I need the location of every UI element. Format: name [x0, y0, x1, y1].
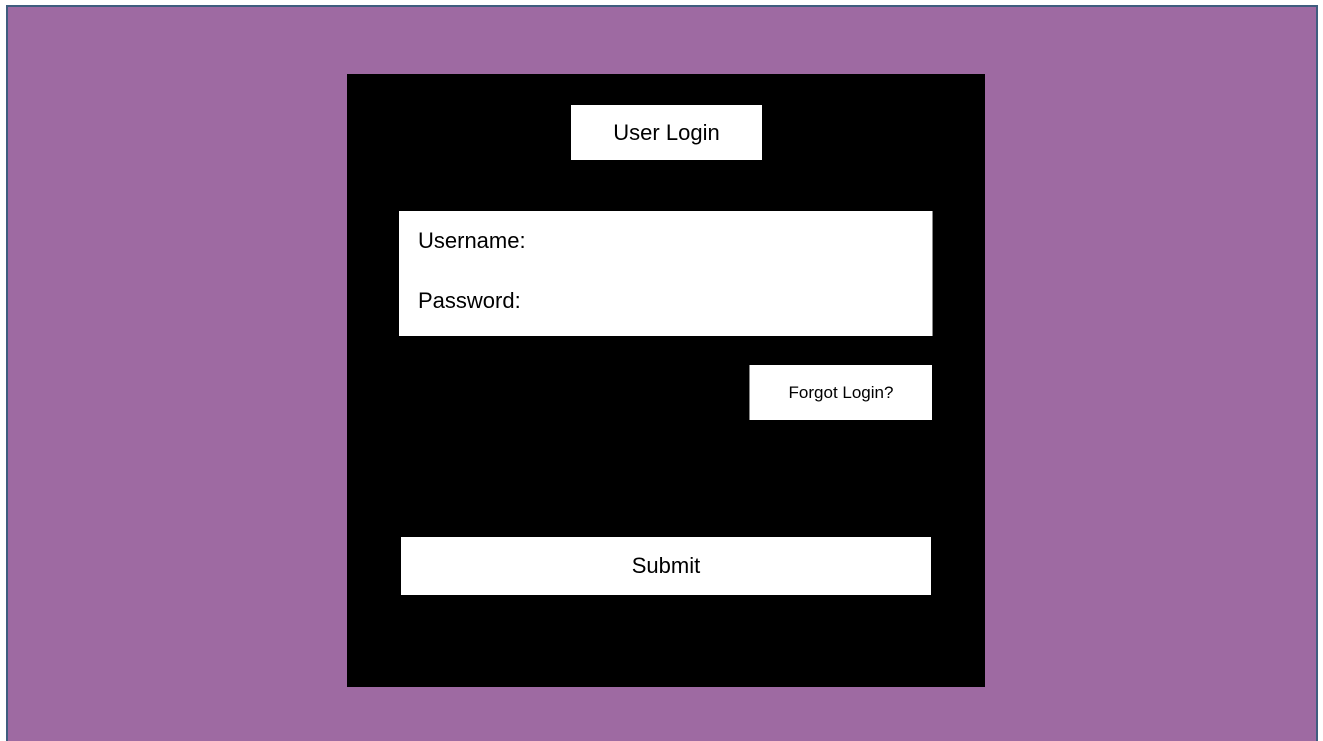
- submit-button[interactable]: Submit: [401, 537, 931, 595]
- username-label: Username:: [418, 228, 526, 253]
- credentials-form: Username: Password:: [399, 211, 933, 336]
- login-panel: User Login Username: Password: Forgot Lo…: [347, 74, 985, 687]
- password-label: Password:: [418, 288, 521, 313]
- username-input[interactable]: [531, 225, 918, 257]
- username-row: Username:: [418, 224, 918, 258]
- password-input[interactable]: [526, 285, 918, 317]
- login-title: User Login: [571, 105, 762, 160]
- password-row: Password:: [418, 284, 918, 318]
- forgot-login-button[interactable]: Forgot Login?: [749, 365, 932, 420]
- page-background: User Login Username: Password: Forgot Lo…: [6, 5, 1318, 741]
